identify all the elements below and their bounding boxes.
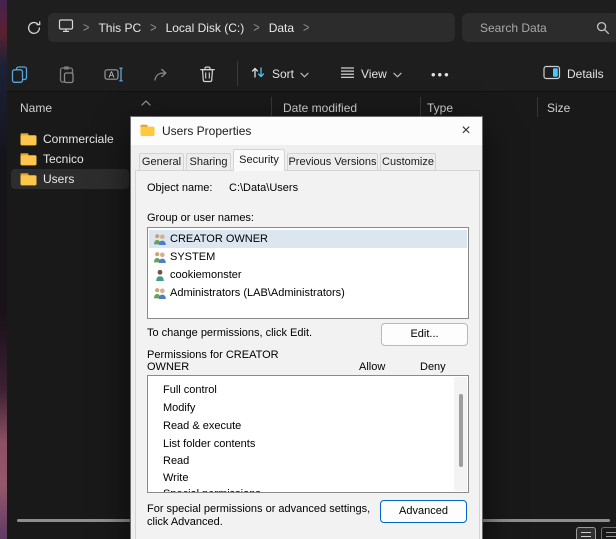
advanced-hint-line2: click Advanced. [147,516,223,528]
permissions-list: Full control Modify Read & execute List … [147,375,469,493]
tab-security[interactable]: Security [233,149,285,171]
address-toolbar: > This PC > Local Disk (C:) > Data > [7,0,616,55]
permission-row[interactable]: Read [163,455,189,467]
group-icon [153,233,167,249]
permission-row[interactable]: Write [163,472,188,484]
tab-previous-versions[interactable]: Previous Versions [287,153,378,171]
scrollbar-thumb[interactable] [459,394,463,467]
dialog-titlebar[interactable]: Users Properties × [131,117,482,145]
column-divider[interactable] [537,97,538,117]
column-size[interactable]: Size [547,101,570,115]
details-pane-button[interactable]: Details [543,63,604,85]
advanced-hint-line1: For special permissions or advanced sett… [147,503,370,515]
sort-ascending-icon[interactable] [141,95,151,109]
file-name: Tecnico [43,152,84,166]
edit-hint: To change permissions, click Edit. [147,327,312,339]
search-box[interactable] [462,13,616,42]
details-view-toggle-icon[interactable] [576,527,596,539]
folder-icon [140,124,155,142]
details-label: Details [567,67,604,81]
chevron-right-icon: > [303,20,309,35]
search-icon [596,21,610,40]
chevron-down-icon [393,67,402,81]
tab-customize[interactable]: Customize [380,153,436,171]
rename-icon[interactable]: A [104,63,124,85]
object-name-value: C:\Data\Users [229,182,298,194]
desktop-wallpaper-strip [0,0,7,539]
allow-column-label: Allow [359,361,385,373]
details-pane-icon [543,65,561,83]
permissions-for-label-line2: OWNER [147,361,189,373]
deny-column-label: Deny [420,361,446,373]
user-icon [153,269,167,285]
principal-row-administrators[interactable]: Administrators (LAB\Administrators) [149,284,467,302]
refresh-icon[interactable] [26,20,42,36]
chevron-down-icon [300,67,309,81]
toolbar-divider [237,61,238,86]
breadcrumb-data[interactable]: Data [269,21,294,35]
this-pc-icon [58,18,74,38]
delete-icon[interactable] [199,63,216,85]
breadcrumb[interactable]: > This PC > Local Disk (C:) > Data > [48,13,455,42]
group-or-user-names-label: Group or user names: [147,212,254,224]
file-name: Users [43,172,74,186]
column-name[interactable]: Name [20,101,52,115]
view-icon [340,66,355,82]
breadcrumb-this-pc[interactable]: This PC [98,21,141,35]
principal-name: cookiemonster [170,269,242,281]
copy-icon[interactable] [10,63,29,85]
edit-button[interactable]: Edit... [381,323,468,346]
group-user-list: CREATOR OWNER SYSTEM cookiemonster Admin… [147,227,469,319]
folder-icon [20,132,37,149]
search-input[interactable] [480,13,585,42]
permission-row[interactable]: Modify [163,402,195,414]
folder-icon [20,152,37,169]
principal-row-creator-owner[interactable]: CREATOR OWNER [149,230,467,248]
group-icon [153,251,167,267]
sort-icon [250,65,266,83]
chevron-right-icon: > [253,20,259,35]
permissions-for-label-line1: Permissions for CREATOR [147,349,279,361]
dialog-title: Users Properties [162,124,251,138]
advanced-button[interactable]: Advanced [380,500,467,523]
chevron-right-icon: > [150,20,156,35]
principal-name: CREATOR OWNER [170,233,268,245]
paste-icon[interactable] [57,63,76,85]
permission-row[interactable]: List folder contents [163,438,255,450]
properties-dialog: Users Properties × General Sharing Secur… [130,116,483,539]
column-type[interactable]: Type [427,101,453,115]
view-label: View [361,67,387,81]
permission-row[interactable]: Special permissions [163,488,261,493]
command-bar: A Sort View [7,55,616,92]
column-divider[interactable] [420,97,421,117]
share-icon[interactable] [152,63,171,85]
tab-general[interactable]: General [139,153,184,171]
sort-button[interactable]: Sort [250,63,309,85]
thumbnail-view-toggle-icon[interactable] [601,527,616,539]
folder-icon [20,172,37,189]
group-icon [153,287,167,303]
file-name: Commerciale [43,132,114,146]
principal-row-system[interactable]: SYSTEM [149,248,467,266]
permission-row[interactable]: Full control [163,384,217,396]
principal-name: Administrators (LAB\Administrators) [170,287,345,299]
breadcrumb-local-disk[interactable]: Local Disk (C:) [166,21,245,35]
chevron-right-icon: > [83,20,89,35]
more-options-button[interactable]: ••• [431,63,451,85]
sort-label: Sort [272,67,294,81]
close-icon[interactable]: × [454,119,478,143]
column-divider[interactable] [271,97,272,117]
screen: > This PC > Local Disk (C:) > Data > [0,0,616,539]
tab-sharing[interactable]: Sharing [186,153,231,171]
principal-name: SYSTEM [170,251,215,263]
view-button[interactable]: View [340,63,402,85]
column-date-modified[interactable]: Date modified [283,101,357,115]
principal-row-cookiemonster[interactable]: cookiemonster [149,266,467,284]
svg-text:A: A [109,69,115,79]
object-name-label: Object name: [147,182,212,194]
permission-row[interactable]: Read & execute [163,420,241,432]
